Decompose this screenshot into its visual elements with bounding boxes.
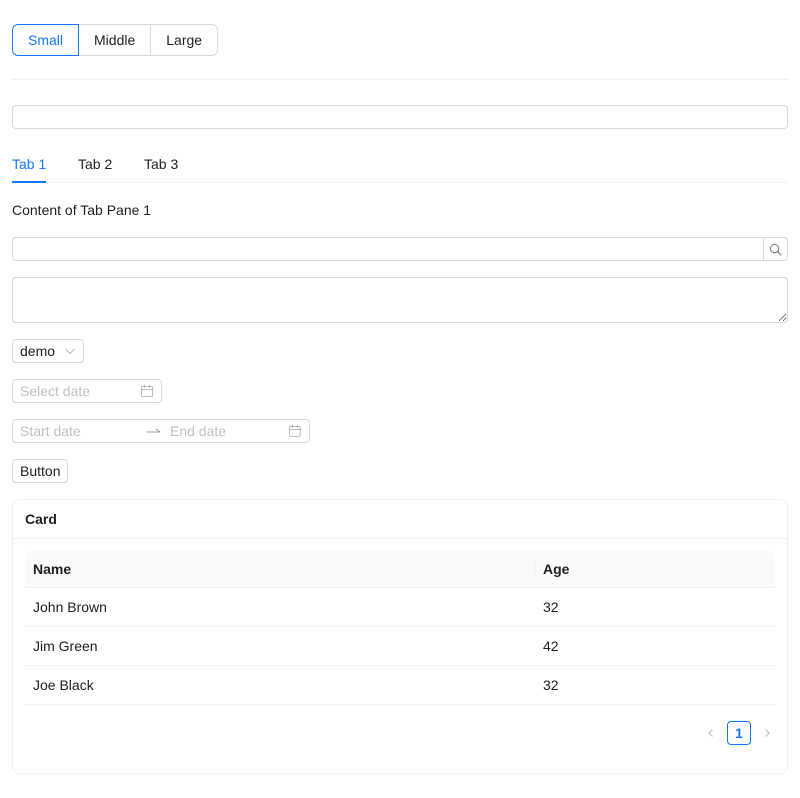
column-separator bbox=[534, 560, 535, 578]
tab-pane-content: Content of Tab Pane 1 bbox=[12, 202, 152, 218]
card-title: Card bbox=[13, 500, 787, 539]
date-range-picker[interactable]: Start date End date bbox=[12, 419, 310, 443]
start-date-input[interactable]: Start date bbox=[20, 423, 138, 439]
cell-name: John Brown bbox=[33, 599, 107, 615]
divider bbox=[12, 79, 788, 80]
search-icon bbox=[769, 243, 782, 256]
cell-age: 32 bbox=[543, 599, 559, 615]
cell-name: Joe Black bbox=[33, 677, 94, 693]
search-button[interactable] bbox=[764, 237, 788, 261]
end-date-input[interactable]: End date bbox=[170, 423, 288, 439]
chevron-left-icon bbox=[708, 729, 713, 737]
next-page-button[interactable] bbox=[759, 721, 775, 745]
text-input[interactable] bbox=[12, 105, 788, 129]
calendar-icon bbox=[140, 385, 154, 398]
table-row: Joe Black 32 bbox=[25, 666, 775, 705]
calendar-icon bbox=[289, 425, 302, 437]
default-button[interactable]: Button bbox=[12, 459, 69, 483]
size-middle-button[interactable]: Middle bbox=[78, 24, 152, 56]
chevron-right-icon bbox=[765, 729, 770, 737]
cell-age: 42 bbox=[543, 638, 559, 654]
demo-select[interactable]: demo bbox=[12, 339, 84, 363]
page-1-button[interactable]: 1 bbox=[727, 721, 751, 745]
select-value: demo bbox=[20, 343, 56, 359]
date-picker[interactable]: Select date bbox=[12, 379, 162, 403]
chevron-down-icon bbox=[65, 348, 75, 355]
size-large-button[interactable]: Large bbox=[150, 24, 219, 56]
textarea[interactable] bbox=[12, 277, 788, 323]
cell-name: Jim Green bbox=[33, 638, 98, 654]
search-input[interactable] bbox=[12, 237, 764, 261]
search-box bbox=[12, 237, 788, 261]
size-radio-group: Small Middle Large bbox=[12, 24, 219, 56]
card: Card Name Age John Brown 32 Jim Green 42… bbox=[12, 499, 788, 774]
prev-page-button[interactable] bbox=[703, 721, 719, 745]
column-header-age: Age bbox=[543, 561, 570, 577]
table-row: Jim Green 42 bbox=[25, 627, 775, 666]
tabs-bar: Tab 1 Tab 2 Tab 3 bbox=[12, 146, 788, 183]
tab-ink-bar bbox=[12, 181, 46, 183]
column-header-name: Name bbox=[33, 561, 72, 577]
table-header: Name Age bbox=[25, 550, 775, 588]
size-small-button[interactable]: Small bbox=[12, 24, 80, 56]
table-row: John Brown 32 bbox=[25, 588, 775, 627]
tab-2[interactable]: Tab 2 bbox=[78, 156, 112, 172]
arrow-right-icon bbox=[147, 428, 161, 433]
pagination: 1 bbox=[703, 721, 775, 745]
tab-3[interactable]: Tab 3 bbox=[144, 156, 178, 172]
tab-1[interactable]: Tab 1 bbox=[12, 156, 46, 172]
cell-age: 32 bbox=[543, 677, 559, 693]
date-placeholder: Select date bbox=[20, 383, 91, 399]
data-table: Name Age John Brown 32 Jim Green 42 Joe … bbox=[25, 550, 775, 705]
